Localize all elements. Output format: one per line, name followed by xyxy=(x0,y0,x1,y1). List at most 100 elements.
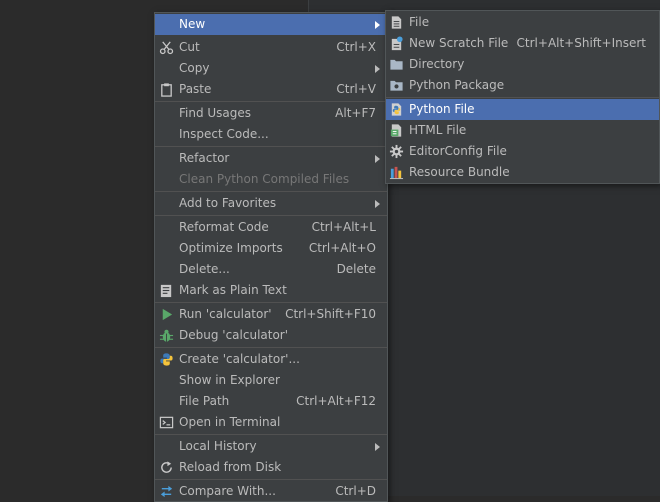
menu-item-reformat-code[interactable]: Reformat Code Ctrl+Alt+L xyxy=(155,217,387,238)
submenu-item-label: HTML File xyxy=(409,123,467,137)
scratch-file-icon xyxy=(391,36,403,51)
html-file-icon xyxy=(390,124,402,137)
gear-icon xyxy=(389,144,404,159)
reload-icon xyxy=(161,461,172,473)
clipboard-icon xyxy=(161,83,172,97)
python-file-icon xyxy=(391,103,402,116)
submenu-item-label: Directory xyxy=(409,57,465,71)
menu-item-label: Open in Terminal xyxy=(179,415,281,429)
menu-item-new[interactable]: New xyxy=(155,14,387,35)
submenu-item-label: Python File xyxy=(409,102,475,116)
menu-item-label: Compare With... xyxy=(179,484,276,498)
menu-item-label: Optimize Imports xyxy=(179,241,283,255)
menu-item-label: Cut xyxy=(179,40,200,54)
menu-item-add-favorites[interactable]: Add to Favorites xyxy=(155,193,387,214)
menu-item-compare-with[interactable]: Compare With... Ctrl+D xyxy=(155,481,387,502)
resource-bundle-icon xyxy=(389,166,404,180)
submenu-arrow-icon xyxy=(375,155,380,163)
menu-separator xyxy=(386,97,659,98)
submenu-item-label: File xyxy=(409,15,430,29)
scissors-icon xyxy=(159,41,174,55)
menu-item-label: Reformat Code xyxy=(179,220,269,234)
menu-item-label: Find Usages xyxy=(179,106,252,120)
submenu-item-file[interactable]: File xyxy=(386,12,659,33)
menu-separator xyxy=(155,302,387,303)
menu-item-open-terminal[interactable]: Open in Terminal xyxy=(155,412,387,433)
menu-item-file-path[interactable]: File Path Ctrl+Alt+F12 xyxy=(155,391,387,412)
menu-item-label: Clean Python Compiled Files xyxy=(179,172,350,186)
python-logo-icon xyxy=(160,353,173,366)
menu-item-label: Create 'calculator'... xyxy=(179,352,300,366)
menu-item-clean-compiled: Clean Python Compiled Files xyxy=(155,169,387,190)
menu-item-inspect-code[interactable]: Inspect Code... xyxy=(155,124,387,145)
shortcut-text: Alt+F7 xyxy=(335,106,376,120)
menu-item-paste[interactable]: Paste Ctrl+V xyxy=(155,79,387,100)
run-triangle-icon xyxy=(162,308,173,321)
menu-item-label: Refactor xyxy=(179,151,230,165)
submenu-item-directory[interactable]: Directory xyxy=(386,54,659,75)
menu-item-refactor[interactable]: Refactor xyxy=(155,148,387,169)
file-icon xyxy=(391,16,402,29)
shortcut-text: Ctrl+D xyxy=(335,484,376,498)
menu-item-label: Debug 'calculator' xyxy=(179,328,289,342)
folder-icon xyxy=(390,59,403,70)
submenu-item-label: Python Package xyxy=(409,78,505,92)
menu-item-label: Paste xyxy=(179,82,212,96)
menu-item-label: Copy xyxy=(179,61,210,75)
submenu-arrow-icon xyxy=(375,443,380,451)
shortcut-text: Ctrl+Alt+F12 xyxy=(296,394,376,408)
menu-item-run[interactable]: Run 'calculator' Ctrl+Shift+F10 xyxy=(155,304,387,325)
menu-item-copy[interactable]: Copy xyxy=(155,58,387,79)
text-file-icon xyxy=(160,284,172,298)
menu-item-mark-plain-text[interactable]: Mark as Plain Text xyxy=(155,280,387,301)
menu-item-label: Delete... xyxy=(179,262,230,276)
menu-item-label: New xyxy=(179,17,206,31)
shortcut-text: Ctrl+Shift+F10 xyxy=(285,307,376,321)
menu-item-create-config[interactable]: Create 'calculator'... xyxy=(155,349,387,370)
menu-item-label: Mark as Plain Text xyxy=(179,283,287,297)
menu-item-debug[interactable]: Debug 'calculator' xyxy=(155,325,387,346)
menu-item-local-history[interactable]: Local History xyxy=(155,436,387,457)
submenu-item-resource-bundle[interactable]: Resource Bundle xyxy=(386,162,659,183)
menu-item-optimize-imports[interactable]: Optimize Imports Ctrl+Alt+O xyxy=(155,238,387,259)
menu-item-reload-disk[interactable]: Reload from Disk xyxy=(155,457,387,478)
submenu-item-python-file[interactable]: Python File xyxy=(386,99,659,120)
menu-item-label: Add to Favorites xyxy=(179,196,277,210)
submenu-arrow-icon xyxy=(375,65,380,73)
submenu-item-python-package[interactable]: Python Package xyxy=(386,75,659,96)
menu-separator xyxy=(155,215,387,216)
shortcut-text: Delete xyxy=(336,262,376,276)
shortcut-text: Ctrl+Alt+Shift+Insert xyxy=(516,36,646,50)
menu-separator xyxy=(155,434,387,435)
menu-item-label: Show in Explorer xyxy=(179,373,280,387)
compare-arrows-icon xyxy=(160,485,173,498)
menu-item-show-explorer[interactable]: Show in Explorer xyxy=(155,370,387,391)
submenu-item-label: Resource Bundle xyxy=(409,165,510,179)
shortcut-text: Ctrl+Alt+L xyxy=(311,220,376,234)
submenu-item-label: EditorConfig File xyxy=(409,144,507,158)
shortcut-text: Ctrl+X xyxy=(336,40,376,54)
submenu-item-html-file[interactable]: HTML File xyxy=(386,120,659,141)
submenu-arrow-icon xyxy=(375,21,380,29)
new-submenu: File New Scratch File Ctrl+Alt+Shift+Ins… xyxy=(385,10,660,184)
package-folder-icon xyxy=(390,80,403,91)
menu-separator xyxy=(155,347,387,348)
terminal-icon xyxy=(159,416,174,429)
menu-separator xyxy=(155,146,387,147)
menu-separator xyxy=(155,191,387,192)
bug-icon xyxy=(159,329,174,342)
submenu-item-editorconfig[interactable]: EditorConfig File xyxy=(386,141,659,162)
shortcut-text: Ctrl+V xyxy=(336,82,376,96)
menu-item-label: Inspect Code... xyxy=(179,127,269,141)
menu-item-label: Local History xyxy=(179,439,257,453)
menu-separator xyxy=(155,479,387,480)
menu-item-cut[interactable]: Cut Ctrl+X xyxy=(155,37,387,58)
submenu-arrow-icon xyxy=(375,200,380,208)
menu-item-find-usages[interactable]: Find Usages Alt+F7 xyxy=(155,103,387,124)
menu-item-label: Run 'calculator' xyxy=(179,307,272,321)
menu-separator xyxy=(155,101,387,102)
submenu-item-label: New Scratch File xyxy=(409,36,509,50)
project-context-menu: New Cut Ctrl+X Copy Paste Ctrl+V Find Us… xyxy=(154,12,388,502)
submenu-item-scratch-file[interactable]: New Scratch File Ctrl+Alt+Shift+Insert xyxy=(386,33,659,54)
menu-item-delete[interactable]: Delete... Delete xyxy=(155,259,387,280)
